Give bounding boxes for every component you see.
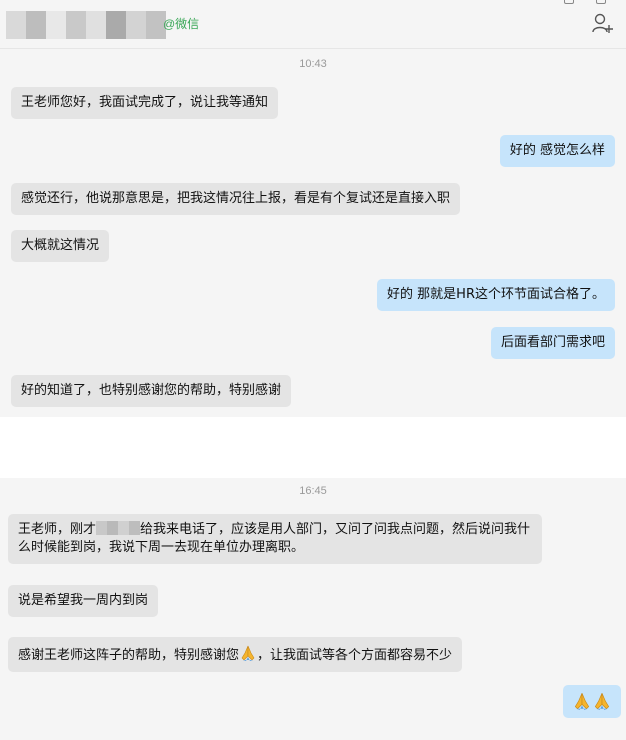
message-incoming[interactable]: 大概就这情况 xyxy=(11,230,110,262)
message-outgoing[interactable]: 好的 感觉怎么样 xyxy=(499,135,615,167)
pray-icon xyxy=(594,693,610,710)
window-controls[interactable] xyxy=(564,0,606,4)
message-text: ，让我面试等各个方面都容易不少 xyxy=(257,648,453,663)
chat-window: @微信 10:43 王老师您好，我面试完成了，说让我等通知 好的 感觉怎么样 感… xyxy=(0,0,626,740)
redacted-name xyxy=(96,521,141,535)
chat-panel-1: @微信 10:43 王老师您好，我面试完成了，说让我等通知 好的 感觉怎么样 感… xyxy=(0,0,626,417)
chat-panel-2: 16:45 王老师，刚才 给我来电话了，应该是用人部门，又问了问我点问题，然后说问… xyxy=(0,478,626,740)
message-outgoing[interactable] xyxy=(563,685,621,718)
message-text: 给我来电话了，应该是用人部门，又问了问我点问题，然后说问我什 xyxy=(140,522,531,537)
chat-header: @微信 xyxy=(0,0,626,49)
message-text: 感谢王老师这阵子的帮助，特别感谢您 xyxy=(18,648,240,663)
add-member-icon[interactable] xyxy=(592,12,614,34)
message-text: 王老师，刚才 xyxy=(18,522,97,537)
screenshot-gap xyxy=(0,417,626,478)
message-incoming[interactable]: 说是希望我一周内到岗 xyxy=(8,585,159,617)
message-incoming[interactable]: 感觉还行，他说那意思是，把我这情况往上报，看是有个复试还是直接入职 xyxy=(11,183,461,215)
pray-icon xyxy=(241,645,255,661)
message-text: 么时候能到岗，我说下周一去现在单位办理离职。 xyxy=(18,540,305,555)
message-outgoing[interactable]: 后面看部门需求吧 xyxy=(490,327,615,359)
message-incoming[interactable]: 王老师您好，我面试完成了，说让我等通知 xyxy=(11,87,279,119)
timestamp: 10:43 xyxy=(299,58,327,70)
message-incoming[interactable]: 感谢王老师这阵子的帮助，特别感谢您 ，让我面试等各个方面都容易不少 xyxy=(8,637,463,672)
contact-name-redacted xyxy=(6,10,166,40)
message-outgoing[interactable]: 好的 那就是HR这个环节面试合格了。 xyxy=(377,279,615,311)
wechat-tag: @微信 xyxy=(163,17,200,31)
pray-icon xyxy=(574,693,590,710)
timestamp: 16:45 xyxy=(299,485,327,497)
message-incoming[interactable]: 王老师，刚才 给我来电话了，应该是用人部门，又问了问我点问题，然后说问我什 么时候… xyxy=(8,514,542,564)
message-incoming[interactable]: 好的知道了，也特别感谢您的帮助，特别感谢 xyxy=(11,375,292,407)
